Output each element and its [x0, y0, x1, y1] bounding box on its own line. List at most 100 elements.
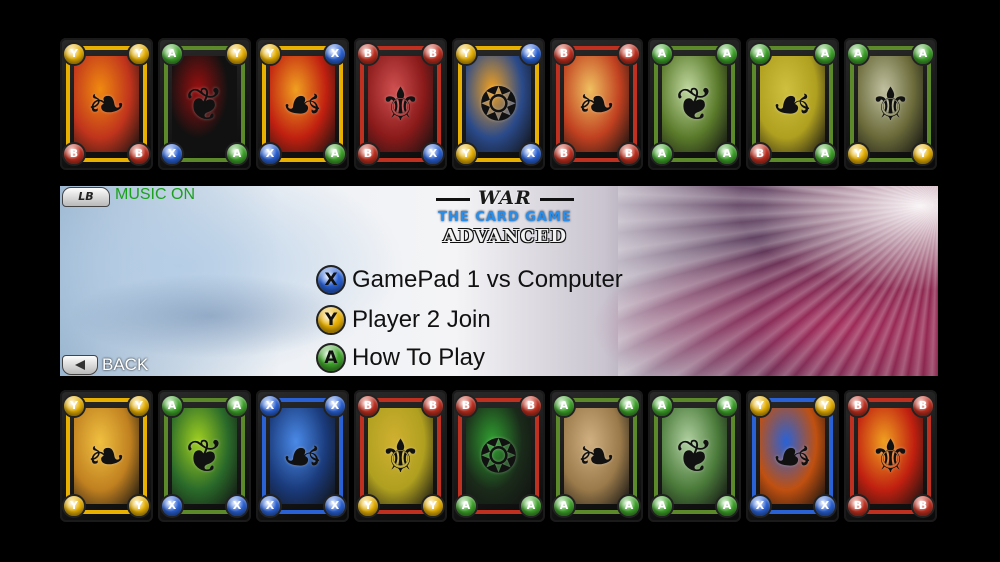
bottom-row-card: ❧ A A A A [550, 390, 643, 522]
card-dragon-art: ❦ [172, 56, 237, 152]
lb-button-icon[interactable]: LB [62, 187, 110, 207]
menu-item-gamepad-vs-computer[interactable]: X GamePad 1 vs Computer [316, 263, 623, 297]
card-dragon-art: ❧ [74, 408, 139, 504]
menu-item-how-to-play[interactable]: A How To Play [316, 341, 485, 375]
top-row-card: ☙ Y X X A [256, 38, 349, 170]
a-button-icon: A [650, 42, 674, 66]
b-button-icon: B [748, 142, 772, 166]
dragon-icon: ❧ [87, 77, 126, 131]
a-button-icon: A [454, 494, 478, 518]
a-button-icon: A [911, 42, 935, 66]
b-button-icon: B [617, 42, 641, 66]
game-menu-screen: ❧ Y Y B B ❦ A Y X A ☙ Y X X A ⚜ B B B X ❂ Y X Y X ❧ B B B B ❦ A A A A ☙ A A B A… [0, 0, 1000, 562]
top-row-card: ❧ Y Y B B [60, 38, 153, 170]
card-dragon-art: ❧ [564, 56, 629, 152]
b-button-icon: B [356, 142, 380, 166]
x-button-icon: X [316, 265, 346, 295]
x-button-icon: X [160, 494, 184, 518]
bottom-row-card: ⚜ B B Y Y [354, 390, 447, 522]
a-button-icon: A [225, 394, 249, 418]
a-button-icon: A [650, 142, 674, 166]
dragon-icon: ☙ [771, 429, 814, 483]
card-dragon-art: ❦ [172, 408, 237, 504]
dragon-icon: ❧ [87, 429, 126, 483]
y-button-icon: Y [258, 42, 282, 66]
dragon-icon: ❂ [479, 77, 518, 131]
a-button-icon: A [715, 42, 739, 66]
menu-item-player-2-join[interactable]: Y Player 2 Join [316, 303, 491, 337]
b-button-icon: B [846, 394, 870, 418]
bottom-row-card: ⚜ B B B B [844, 390, 937, 522]
a-button-icon: A [225, 142, 249, 166]
card-dragon-art: ❂ [466, 408, 531, 504]
y-button-icon: Y [62, 42, 86, 66]
y-button-icon: Y [225, 42, 249, 66]
card-dragon-art: ❦ [662, 408, 727, 504]
y-button-icon: Y [421, 494, 445, 518]
back-button[interactable]: BACK [62, 355, 148, 375]
y-button-icon: Y [127, 494, 151, 518]
x-button-icon: X [258, 494, 282, 518]
card-dragon-art: ⚜ [858, 56, 923, 152]
x-button-icon: X [160, 142, 184, 166]
x-button-icon: X [813, 494, 837, 518]
b-button-icon: B [454, 394, 478, 418]
b-button-icon: B [617, 142, 641, 166]
menu-item-label: How To Play [352, 344, 485, 371]
card-dragon-art: ❂ [466, 56, 531, 152]
dragon-icon: ❧ [577, 77, 616, 131]
bottom-row-card: ❦ A A X X [158, 390, 251, 522]
dragon-icon: ❦ [675, 77, 714, 131]
a-button-icon: A [813, 42, 837, 66]
b-button-icon: B [421, 394, 445, 418]
dragon-icon: ☙ [281, 429, 324, 483]
a-button-icon: A [617, 494, 641, 518]
dragon-icon: ❧ [577, 429, 616, 483]
y-button-icon: Y [911, 142, 935, 166]
a-button-icon: A [748, 42, 772, 66]
y-button-icon: Y [454, 42, 478, 66]
top-row-card: ❂ Y X Y X [452, 38, 545, 170]
a-button-icon: A [160, 42, 184, 66]
y-button-icon: Y [846, 142, 870, 166]
logo-edition: ADVANCED [443, 226, 567, 247]
dragon-icon: ❦ [185, 429, 224, 483]
b-button-icon: B [519, 394, 543, 418]
y-button-icon: Y [316, 305, 346, 335]
b-button-icon: B [846, 494, 870, 518]
a-button-icon: A [552, 394, 576, 418]
y-button-icon: Y [62, 494, 86, 518]
card-dragon-art: ❦ [662, 56, 727, 152]
y-button-icon: Y [127, 394, 151, 418]
a-button-icon: A [316, 343, 346, 373]
card-dragon-art: ☙ [760, 408, 825, 504]
x-button-icon: X [258, 142, 282, 166]
top-row-card: ☙ A A B A [746, 38, 839, 170]
x-button-icon: X [519, 42, 543, 66]
menu-item-label: Player 2 Join [352, 306, 491, 333]
b-button-icon: B [911, 394, 935, 418]
y-button-icon: Y [454, 142, 478, 166]
card-dragon-art: ⚜ [858, 408, 923, 504]
top-row-card: ⚜ A A Y Y [844, 38, 937, 170]
bottom-row-card: ❧ Y Y Y Y [60, 390, 153, 522]
dragon-icon: ❦ [675, 429, 714, 483]
bottom-card-row: ❧ Y Y Y Y ❦ A A X X ☙ X X X X ⚜ B B Y Y ❂ B B A A ❧ A A A A ❦ A A A A ☙ Y Y X X… [60, 390, 940, 522]
dragon-icon: ❂ [479, 429, 518, 483]
banner-light-rays [618, 186, 938, 376]
bottom-row-card: ❦ A A A A [648, 390, 741, 522]
a-button-icon: A [160, 394, 184, 418]
game-logo: WAR THE CARD GAME ADVANCED [410, 186, 600, 254]
card-dragon-art: ⚜ [368, 408, 433, 504]
y-button-icon: Y [748, 394, 772, 418]
card-dragon-art: ☙ [270, 408, 335, 504]
card-dragon-art: ❧ [74, 56, 139, 152]
a-button-icon: A [715, 494, 739, 518]
x-button-icon: X [323, 42, 347, 66]
logo-left-dash [436, 197, 471, 201]
x-button-icon: X [258, 394, 282, 418]
card-dragon-art: ⚜ [368, 56, 433, 152]
music-toggle-status[interactable]: MUSIC ON [115, 186, 195, 204]
a-button-icon: A [519, 494, 543, 518]
a-button-icon: A [715, 394, 739, 418]
